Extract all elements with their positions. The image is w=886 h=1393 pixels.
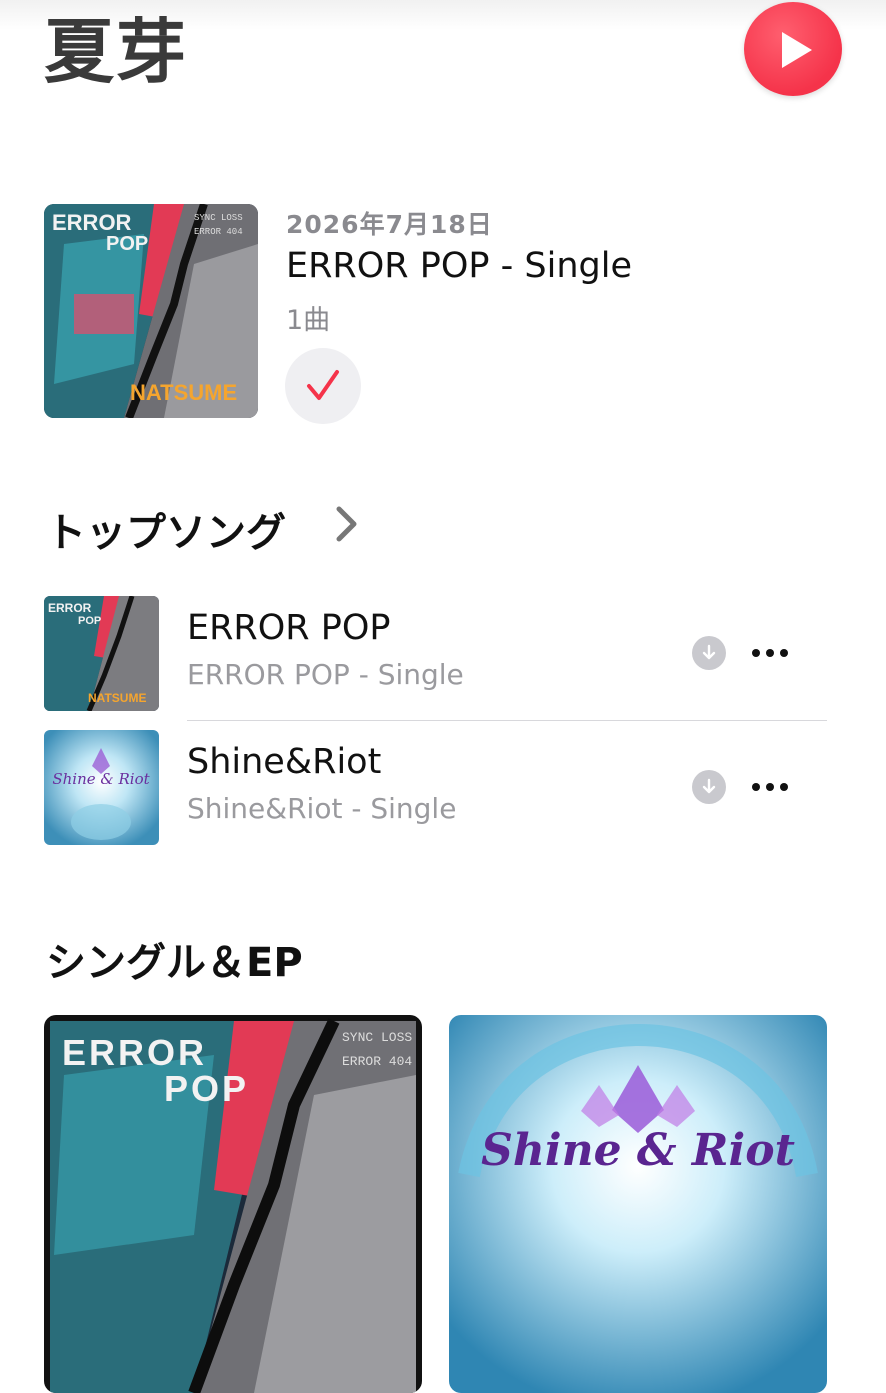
checkmark-icon [307,370,339,400]
single-card-error-pop[interactable]: ERROR POP SYNC LOSS ERROR 404 [44,1015,422,1393]
art-title-2: POP [106,233,148,255]
download-icon[interactable] [692,770,726,804]
chevron-right-icon[interactable] [334,505,360,547]
track-count: 1曲 [286,305,331,336]
artist-name: 夏芽 [44,11,188,93]
song-artwork: Shine & Riot [44,730,159,845]
thumb-line-2: POP [78,615,101,627]
song-subtitle: ERROR POP - Single [187,658,464,691]
more-options-icon[interactable] [744,638,796,668]
song-subtitle: Shine&Riot - Single [187,792,457,825]
play-icon [782,32,812,68]
art-tag-1: SYNC LOSS [342,1030,412,1045]
thumb-line-1: Shine & Riot [52,770,150,788]
single-card-shine-riot[interactable]: Shine & Riot [449,1015,827,1393]
thumb-artist: NATSUME [88,691,146,705]
song-row-error-pop[interactable]: ERROR POP NATSUME ERROR POP ERROR POP - … [0,590,886,720]
latest-release-artwork[interactable]: ERROR POP SYNC LOSS ERROR 404 NATSUME [44,204,258,418]
release-date: 2026年7月18日 [286,210,493,239]
art-tag-1: SYNC LOSS [194,213,243,223]
art-title-1: ERROR [62,1032,207,1073]
top-songs-heading[interactable]: トップソング [46,500,286,558]
art-artist: NATSUME [130,380,237,405]
singles-ep-heading[interactable]: シングル＆EP [46,930,303,988]
row-divider [187,720,827,721]
song-artwork: ERROR POP NATSUME [44,596,159,711]
song-title: ERROR POP [187,608,391,648]
art-title-1: ERROR [52,210,132,235]
art-title: Shine & Riot [481,1125,795,1176]
play-button[interactable] [744,2,842,96]
song-row-shine-riot[interactable]: Shine & Riot Shine&Riot Shine&Riot - Sin… [0,724,886,854]
art-tag-2: ERROR 404 [342,1054,412,1069]
release-title[interactable]: ERROR POP - Single [286,246,632,286]
more-options-icon[interactable] [744,772,796,802]
thumb-line-1: ERROR [48,601,92,615]
art-tag-2: ERROR 404 [194,227,243,237]
song-title: Shine&Riot [187,742,382,782]
added-to-library-button[interactable] [285,348,361,424]
art-title-2: POP [164,1068,249,1109]
download-icon[interactable] [692,636,726,670]
